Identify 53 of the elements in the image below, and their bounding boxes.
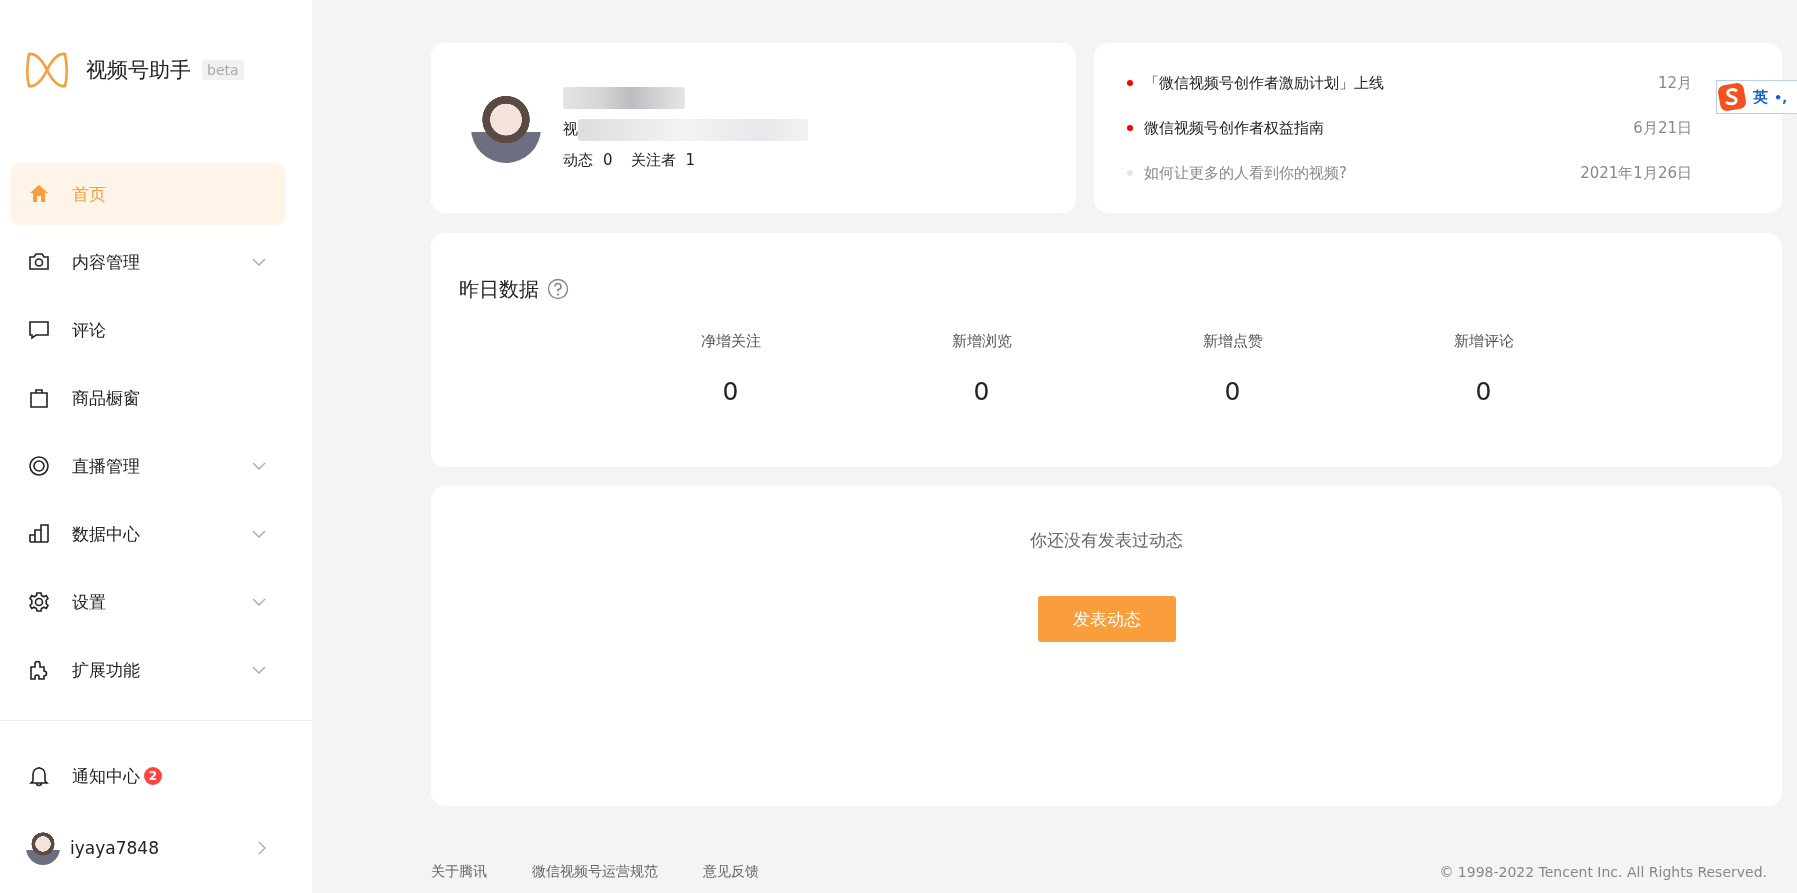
user-item[interactable]: iyaya7848 xyxy=(10,817,286,879)
home-icon xyxy=(28,183,50,205)
footer-link[interactable]: 微信视频号运营规范 xyxy=(532,863,658,881)
news-date: 2021年1月26日 xyxy=(1580,163,1692,183)
stat-value: 0 xyxy=(1475,377,1492,406)
beta-badge: beta xyxy=(202,60,244,80)
count-badge: 2 xyxy=(144,767,162,785)
stat-label: 净增关注 xyxy=(700,332,761,351)
camera-icon xyxy=(28,251,50,273)
nav-item[interactable]: 内容管理 xyxy=(10,231,286,293)
help-icon xyxy=(547,278,569,300)
empty-message: 你还没有发表过动态 xyxy=(1030,529,1183,552)
stat-label: 新增点赞 xyxy=(1202,332,1263,351)
puzzle-icon xyxy=(28,659,50,681)
nav-item[interactable]: 直播管理 xyxy=(10,435,286,497)
chevron-right-icon xyxy=(258,841,266,855)
notification-center-item[interactable]: 通知中心 2 xyxy=(10,745,286,807)
section-title: 昨日数据 xyxy=(459,275,539,303)
nav-item[interactable]: 商品橱窗 xyxy=(10,367,286,429)
comment-icon xyxy=(28,319,50,341)
ring-icon xyxy=(28,455,50,477)
nav-item[interactable]: 评论 xyxy=(10,299,286,361)
news-link[interactable]: 如何让更多的人看到你的视频? xyxy=(1144,163,1581,183)
news-date: 12月 xyxy=(1657,73,1692,93)
shopping-bag-icon xyxy=(28,387,50,409)
bar-chart-icon xyxy=(28,523,50,545)
footer-link[interactable]: 关于腾讯 xyxy=(431,863,487,881)
nav-item[interactable]: 扩展功能 xyxy=(10,639,286,701)
bell-icon xyxy=(28,765,50,787)
stat-value: 0 xyxy=(603,151,613,169)
app-title: 视频号助手 xyxy=(86,57,191,84)
news-date: 6月21日 xyxy=(1633,118,1692,138)
news-link[interactable]: 「微信视频号创作者激励计划」上线 xyxy=(1144,73,1658,93)
stat-value: 0 xyxy=(1224,377,1241,406)
settings-icon xyxy=(28,591,50,613)
stat-value: 0 xyxy=(722,377,739,406)
nav-item[interactable]: 设置 xyxy=(10,571,286,633)
news-link[interactable]: 微信视频号创作者权益指南 xyxy=(1144,118,1634,138)
ime-punctuation-text: •, xyxy=(1774,89,1788,105)
nav-item[interactable]: 数据中心 xyxy=(10,503,286,565)
stat-label: 动态 xyxy=(563,150,593,170)
stat-value: 1 xyxy=(685,151,696,169)
ime-mode-text: 英 xyxy=(1753,87,1768,107)
stat-label: 关注者 xyxy=(630,150,676,170)
footer-link[interactable]: 意见反馈 xyxy=(703,863,759,881)
logo-icon xyxy=(25,50,69,90)
ime-toolbar[interactable]: 英 •, xyxy=(1716,80,1797,114)
stat-value: 0 xyxy=(973,377,990,406)
copyright-text: © 1998-2022 Tencent Inc. All Rights Reserved. xyxy=(1439,864,1768,880)
account-id-text: 视 xyxy=(563,120,578,139)
ime-logo-icon xyxy=(1717,82,1747,112)
stat-label: 新增评论 xyxy=(1453,332,1514,351)
stat-label: 新增浏览 xyxy=(951,332,1012,351)
